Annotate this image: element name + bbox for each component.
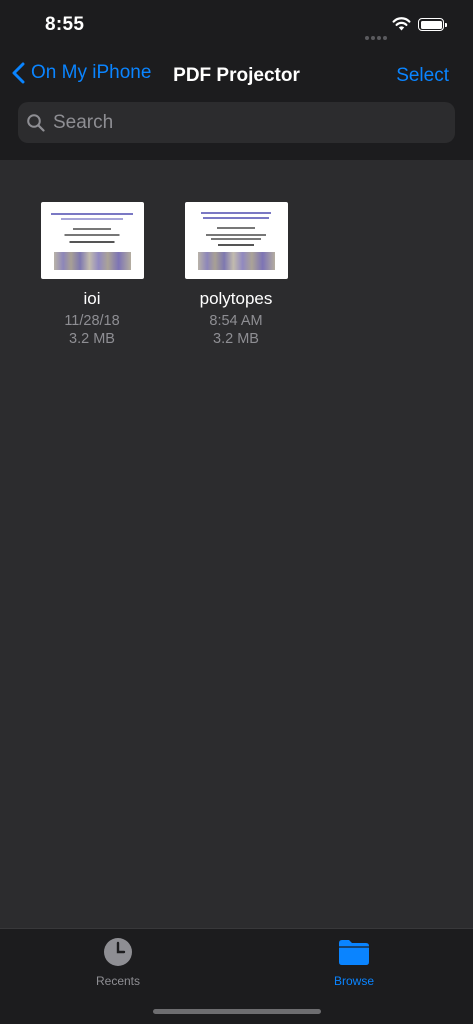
status-time: 8:55 — [45, 14, 85, 35]
file-date: 11/28/18 — [64, 313, 120, 329]
file-item-polytopes[interactable]: polytopes 8:54 AM 3.2 MB — [166, 202, 306, 348]
tab-recents[interactable]: Recents — [58, 937, 178, 988]
folder-icon — [339, 940, 369, 965]
file-name: ioi — [83, 289, 101, 308]
tab-browse-label: Browse — [333, 974, 374, 988]
tab-recents-label: Recents — [95, 974, 141, 988]
navigation-bar: On My iPhone PDF Projector Select — [0, 52, 473, 160]
select-button[interactable]: Select — [396, 65, 449, 87]
search-field[interactable] — [18, 102, 455, 143]
pdf-thumbnail — [184, 202, 288, 279]
search-input[interactable] — [51, 110, 415, 135]
clock-icon — [104, 938, 132, 966]
file-size: 3.2 MB — [213, 331, 259, 347]
file-size: 3.2 MB — [69, 331, 115, 347]
file-name: polytopes — [199, 289, 273, 308]
battery-icon — [418, 18, 447, 31]
search-icon — [27, 113, 45, 132]
file-item-ioi[interactable]: ioi 11/28/18 3.2 MB — [22, 202, 162, 348]
file-grid: ioi 11/28/18 3.2 MB polytopes 8:54 AM 3.… — [0, 160, 473, 928]
cellular-signal-icon — [365, 27, 389, 45]
status-bar: 8:55 — [0, 0, 473, 52]
wifi-icon — [392, 17, 411, 31]
pdf-thumbnail — [40, 202, 144, 279]
tab-browse[interactable]: Browse — [294, 937, 414, 988]
file-date: 8:54 AM — [209, 313, 263, 329]
home-indicator — [153, 1009, 321, 1014]
